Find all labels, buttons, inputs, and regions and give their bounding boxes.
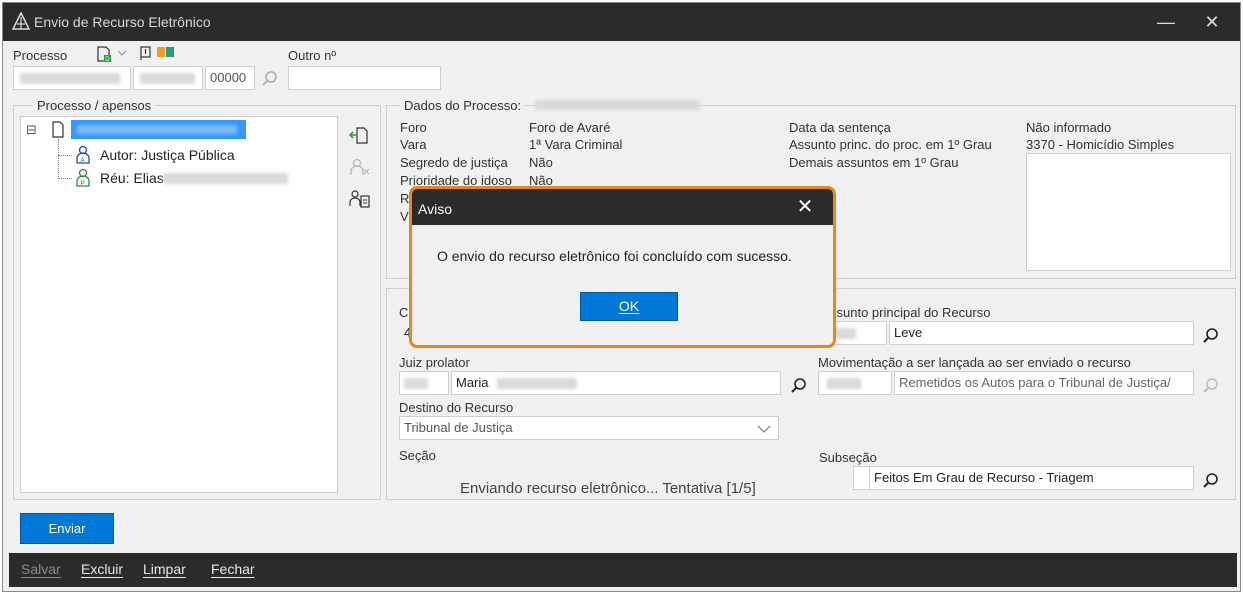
vara-value: 1ª Vara Criminal xyxy=(529,137,623,152)
status-message: Enviando recurso eletrônico... Tentativa… xyxy=(460,480,756,497)
process-document-icon xyxy=(52,121,64,138)
dropdown-chevron-icon xyxy=(757,425,771,433)
demais-assuntos-label: Demais assuntos em 1º Grau xyxy=(789,155,959,170)
segredo-label: Segredo de justiça xyxy=(400,155,508,170)
aviso-dialog: Aviso ✕ O envio do recurso eletrônico fo… xyxy=(409,186,836,348)
subsecao-label: Subseção xyxy=(819,450,877,465)
assunto-recurso-field[interactable]: Leve xyxy=(889,321,1194,345)
remove-person-icon xyxy=(350,158,370,175)
processo-number-field-1[interactable] xyxy=(13,66,131,90)
svg-text:P: P xyxy=(81,181,85,187)
destino-value: Tribunal de Justiça xyxy=(404,420,513,435)
window-title: Envio de Recurso Eletrônico xyxy=(34,14,211,30)
dados-processo-legend: Dados do Processo: xyxy=(400,98,526,113)
search-subsecao-icon[interactable] xyxy=(1202,472,1220,490)
juiz-prolator-label: Juiz prolator xyxy=(399,355,470,370)
dialog-close-button[interactable]: ✕ xyxy=(788,195,822,219)
foro-label: Foro xyxy=(400,120,427,135)
close-window-button[interactable]: ✕ xyxy=(1195,9,1229,35)
search-icon[interactable] xyxy=(261,70,279,88)
movimentacao-field: Remetidos os Autos para o Tribunal de Ju… xyxy=(894,371,1194,395)
foro-value: Foro de Avaré xyxy=(529,120,611,135)
subsecao-code-field[interactable] xyxy=(853,466,869,490)
author-person-icon: A xyxy=(76,145,90,164)
excluir-button[interactable]: Excluir xyxy=(81,561,123,577)
movimentacao-code-field xyxy=(818,371,892,395)
minimize-button[interactable]: — xyxy=(1149,9,1183,35)
partial-label-c: C xyxy=(399,305,409,320)
fechar-button[interactable]: Fechar xyxy=(211,561,255,577)
footer-toolbar: Salvar Excluir Limpar Fechar xyxy=(9,553,1237,587)
app-logo-icon xyxy=(12,12,30,30)
outro-numero-label: Outro nº xyxy=(288,48,337,63)
data-sentenca-label: Data da sentença xyxy=(789,120,891,135)
dialog-message: O envio do recurso eletrônico foi conclu… xyxy=(437,248,792,264)
outro-numero-input[interactable] xyxy=(288,66,441,90)
subsecao-field[interactable]: Feitos Em Grau de Recurso - Triagem xyxy=(869,466,1194,490)
chevron-down-icon[interactable] xyxy=(117,49,127,57)
limpar-button[interactable]: Limpar xyxy=(143,561,186,577)
secao-label: Seção xyxy=(399,448,436,463)
juiz-code-field[interactable] xyxy=(399,371,449,395)
segredo-value: Não xyxy=(529,155,553,170)
enviar-button[interactable]: Enviar xyxy=(20,513,114,544)
search-assunto-icon[interactable] xyxy=(1202,327,1220,345)
processo-number-field-3[interactable]: 00000 xyxy=(205,66,255,90)
add-apenso-icon[interactable] xyxy=(349,125,369,145)
new-document-icon[interactable]: D xyxy=(95,45,113,63)
tree-expander-icon[interactable]: ⊟ xyxy=(26,122,37,138)
selected-process-node[interactable] xyxy=(71,120,246,139)
demais-assuntos-list[interactable] xyxy=(1026,153,1231,271)
tree-connector xyxy=(58,178,72,179)
processo-apensos-legend: Processo / apensos xyxy=(33,98,156,113)
note-icon[interactable] xyxy=(138,45,154,61)
tree-item-reu[interactable]: Réu: Elias xyxy=(100,170,164,186)
process-tree[interactable]: ⊟ A Autor: Justiça Pública P Réu: Elias xyxy=(20,116,338,493)
partial-label-r: R xyxy=(400,191,410,206)
assunto-principal-value: 3370 - Homicídio Simples xyxy=(1026,137,1175,152)
tree-item-autor[interactable]: Autor: Justiça Pública xyxy=(100,147,235,163)
title-bar: Envio de Recurso Eletrônico — ✕ xyxy=(3,3,1240,41)
ok-button[interactable]: OK xyxy=(580,292,678,321)
person-document-icon[interactable] xyxy=(349,189,371,209)
orange-tag-icon xyxy=(157,47,165,57)
dialog-title: Aviso xyxy=(418,201,452,217)
destino-select[interactable]: Tribunal de Justiça xyxy=(399,416,779,440)
tree-connector xyxy=(58,155,72,156)
assunto-principal-label: Assunto princ. do proc. em 1º Grau xyxy=(789,137,992,152)
search-juiz-icon[interactable] xyxy=(790,377,808,395)
processo-label: Processo xyxy=(13,48,68,63)
teal-tag-icon xyxy=(166,47,174,57)
salvar-button: Salvar xyxy=(21,561,61,577)
svg-text:A: A xyxy=(81,158,85,164)
tree-connector xyxy=(58,139,59,179)
vara-label: Vara xyxy=(400,137,427,152)
juiz-prolator-value: Maria xyxy=(456,375,489,390)
destino-label: Destino do Recurso xyxy=(399,400,514,415)
processo-number-field-2[interactable] xyxy=(133,66,203,90)
partial-label-v: V xyxy=(400,209,409,224)
assunto-recurso-label: ssunto principal do Recurso xyxy=(830,305,991,320)
dialog-title-bar: Aviso ✕ xyxy=(412,189,833,225)
svg-text:D: D xyxy=(105,57,110,63)
data-sentenca-value: Não informado xyxy=(1026,120,1112,135)
juiz-prolator-field[interactable]: Maria xyxy=(451,371,781,395)
defendant-person-icon: P xyxy=(76,168,90,187)
search-movimentacao-icon xyxy=(1203,378,1218,393)
movimentacao-label: Movimentação a ser lançada ao ser enviad… xyxy=(818,355,1131,370)
